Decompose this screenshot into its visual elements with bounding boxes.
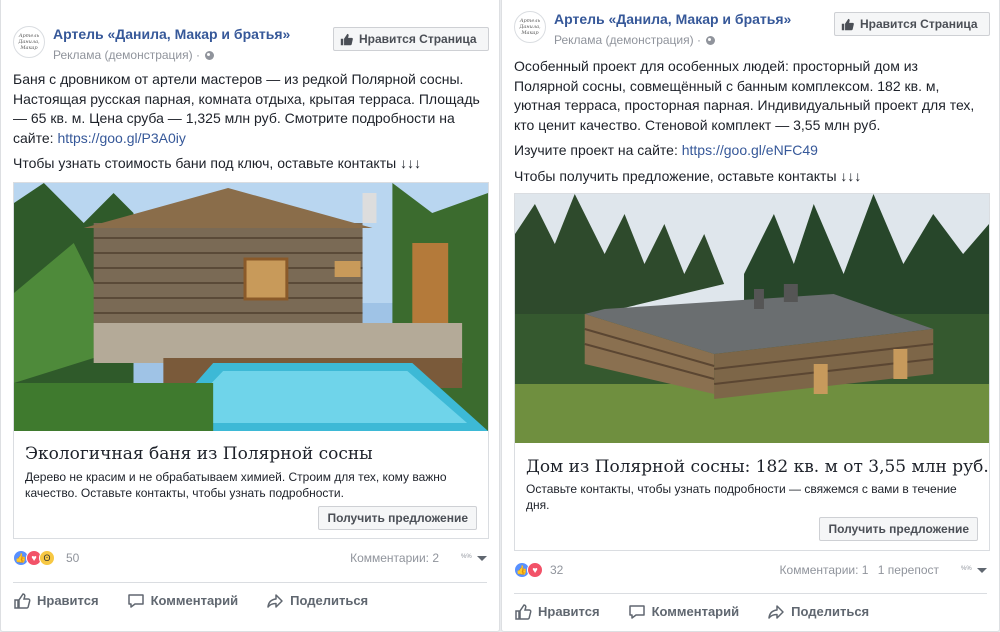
reaction-count[interactable]: 50: [66, 551, 79, 565]
comment-action-label: Комментарий: [651, 604, 740, 619]
comment-bubble-icon: [127, 593, 144, 608]
thumbs-up-outline-icon: [515, 603, 532, 620]
shares-count-link[interactable]: 1 перепост: [878, 563, 939, 577]
chevron-down-icon[interactable]: [477, 556, 487, 561]
page-name-link[interactable]: Артель «Данила, Макар и братья»: [554, 11, 791, 27]
post-text: Баня с дровником от артели мастеров — из…: [13, 70, 485, 180]
reaction-count[interactable]: 32: [550, 563, 563, 577]
post-stats: Комментарии: 2: [350, 551, 439, 565]
ad-description: Оставьте контакты, чтобы узнать подробно…: [526, 482, 957, 512]
reaction-icons[interactable]: 👍 ♥ ʘ: [13, 550, 55, 566]
like-page-button[interactable]: Нравится Страница: [834, 12, 990, 36]
post-actions: Нравится Комментарий Поделиться: [13, 582, 487, 618]
get-offer-button[interactable]: Получить предложение: [819, 517, 978, 541]
get-offer-button[interactable]: Получить предложение: [318, 506, 477, 530]
page-name-link[interactable]: Артель «Данила, Макар и братья»: [53, 26, 290, 42]
ad-image-house[interactable]: [515, 194, 989, 443]
chevron-down-icon[interactable]: [977, 568, 987, 573]
viewer-avatar-icon[interactable]: %%: [461, 554, 475, 564]
like-page-button[interactable]: Нравится Страница: [333, 27, 489, 51]
comments-count-link[interactable]: Комментарии: 2: [350, 551, 439, 565]
post-link[interactable]: https://goo.gl/P3A0iy: [57, 130, 185, 146]
share-action-button[interactable]: Поделиться: [266, 592, 368, 610]
share-action-label: Поделиться: [290, 593, 369, 608]
comment-bubble-icon: [628, 604, 645, 619]
feed-post-bath: Артель Данила, Макар Артель «Данила, Макар…: [0, 0, 500, 632]
post-cta-text: Чтобы получить предложение, оставьте кон…: [514, 167, 862, 184]
thumbs-up-icon: [841, 18, 854, 30]
reactions-bar: 👍 ♥ 32 Комментарии: 1 1 перепост %%: [514, 561, 987, 581]
ad-headline[interactable]: Экологичная баня из Полярной сосны: [25, 444, 373, 464]
wow-reaction-icon: ʘ: [39, 550, 55, 566]
ad-card[interactable]: Экологичная баня из Полярной сосны Дерев…: [13, 182, 489, 539]
like-page-label: Нравится Страница: [860, 17, 978, 31]
comments-count-link[interactable]: Комментарии: 1: [780, 563, 869, 577]
share-arrow-icon: [267, 593, 283, 608]
ad-headline[interactable]: Дом из Полярной сосны: 182 кв. м от 3,55…: [526, 457, 989, 477]
post-link[interactable]: https://goo.gl/eNFC49: [682, 142, 818, 158]
thumbs-up-outline-icon: [14, 592, 31, 609]
sponsored-label: Реклама (демонстрация) ·: [554, 33, 715, 47]
share-arrow-icon: [768, 604, 784, 619]
avatar-logo-text: Артель Данила, Макар: [18, 33, 40, 51]
viewer-avatar-icon[interactable]: %%: [961, 566, 975, 576]
like-action-label: Нравится: [538, 604, 600, 619]
share-action-label: Поделиться: [791, 604, 870, 619]
comment-action-button[interactable]: Комментарий: [628, 603, 740, 621]
page-avatar[interactable]: Артель Данила, Макар: [13, 26, 45, 58]
ad-image-bathhouse[interactable]: [14, 183, 488, 431]
post-body: Особенный проект для особенных людей: пр…: [514, 58, 975, 133]
avatar-logo-text: Артель Данила, Макар: [519, 18, 541, 36]
page-avatar[interactable]: Артель Данила, Макар: [514, 11, 546, 43]
house-photo: [515, 194, 989, 443]
like-action-button[interactable]: Нравится: [514, 603, 600, 621]
globe-icon: [705, 36, 715, 45]
like-action-label: Нравится: [37, 593, 99, 608]
comment-action-label: Комментарий: [150, 593, 239, 608]
reaction-icons[interactable]: 👍 ♥: [514, 562, 543, 578]
reactions-bar: 👍 ♥ ʘ 50 Комментарии: 2 %%: [13, 549, 487, 569]
link-prefix: Изучите проект на сайте:: [514, 142, 678, 158]
sponsored-label: Реклама (демонстрация) ·: [53, 48, 214, 62]
share-action-button[interactable]: Поделиться: [767, 603, 869, 621]
feed-post-house: Артель Данила, Макар Артель «Данила, Макар…: [501, 0, 1000, 632]
like-page-label: Нравится Страница: [359, 32, 477, 46]
bathhouse-photo: [14, 183, 488, 431]
post-text: Особенный проект для особенных людей: пр…: [514, 57, 985, 192]
ad-card[interactable]: Дом из Полярной сосны: 182 кв. м от 3,55…: [514, 193, 990, 551]
like-action-button[interactable]: Нравится: [13, 592, 99, 610]
ad-description: Дерево не красим и не обрабатываем химие…: [25, 470, 447, 500]
comment-action-button[interactable]: Комментарий: [127, 592, 239, 610]
post-actions: Нравится Комментарий Поделиться: [514, 593, 987, 629]
post-cta-text: Чтобы узнать стоимость бани под ключ, ос…: [13, 155, 422, 171]
thumbs-up-icon: [340, 33, 353, 45]
post-stats: Комментарии: 1 1 перепост: [780, 563, 939, 577]
love-reaction-icon: ♥: [527, 562, 543, 578]
globe-icon: [204, 51, 214, 60]
